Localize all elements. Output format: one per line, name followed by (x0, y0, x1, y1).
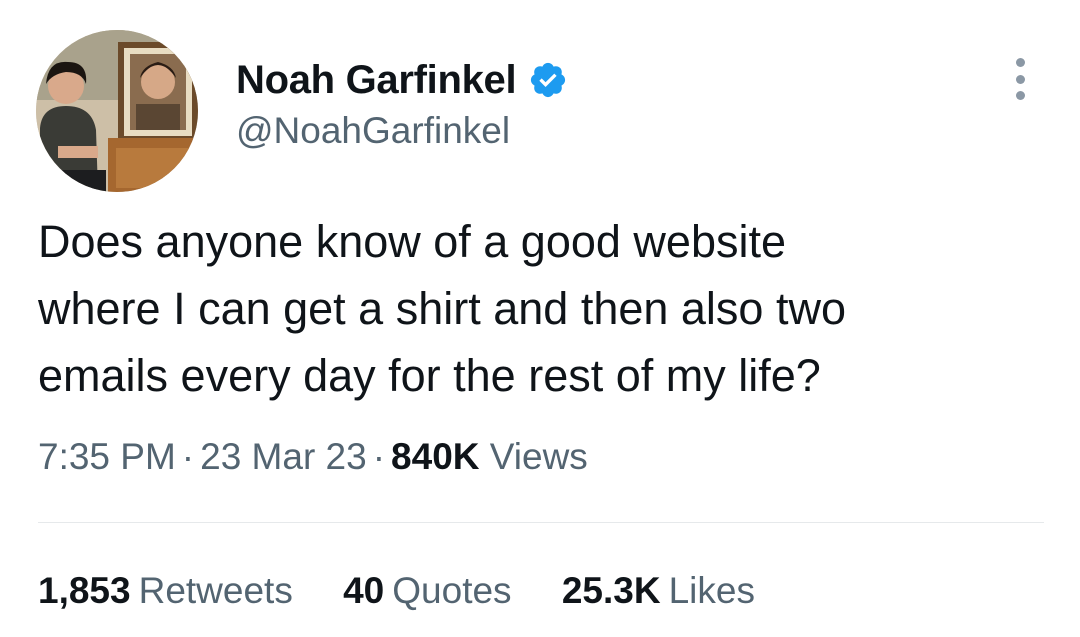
author-display-name[interactable]: Noah Garfinkel (236, 58, 517, 103)
retweets-count: 1,853 (38, 570, 131, 611)
likes-count: 25.3K (561, 570, 661, 611)
retweets-label: Retweets (138, 570, 293, 611)
meta-separator: · (372, 436, 386, 477)
more-options-icon[interactable] (1006, 58, 1034, 100)
tweet-time[interactable]: 7:35 PM (38, 436, 176, 477)
tweet-text-line: where I can get a shirt and then also tw… (38, 283, 846, 334)
tweet-text: Does anyone know of a good website where… (38, 208, 1048, 409)
author-handle[interactable]: @NoahGarfinkel (236, 110, 510, 152)
meta-separator: · (181, 436, 195, 477)
tweet-date[interactable]: 23 Mar 23 (200, 436, 367, 477)
likes-stat[interactable]: 25.3K Likes (562, 570, 755, 611)
avatar-photo (36, 30, 198, 192)
views-label: Views (489, 436, 588, 477)
quotes-label: Quotes (392, 570, 512, 611)
quotes-stat[interactable]: 40 Quotes (343, 570, 511, 611)
quotes-count: 40 (343, 570, 385, 611)
tweet-meta: 7:35 PM · 23 Mar 23 · 840K Views (38, 436, 588, 478)
avatar[interactable] (36, 30, 198, 192)
views-count: 840K (391, 436, 480, 477)
likes-label: Likes (668, 570, 755, 611)
retweets-stat[interactable]: 1,853 Retweets (38, 570, 293, 611)
tweet-text-line: emails every day for the rest of my life… (38, 350, 821, 401)
divider (38, 522, 1044, 523)
tweet-card: Noah Garfinkel @NoahGarfinkel Does anyon… (0, 0, 1080, 637)
tweet-text-line: Does anyone know of a good website (38, 216, 786, 267)
author-name-row: Noah Garfinkel (236, 56, 568, 104)
engagement-stats: 1,853 Retweets 40 Quotes 25.3K Likes (38, 570, 795, 612)
verified-badge-icon[interactable] (528, 60, 568, 100)
